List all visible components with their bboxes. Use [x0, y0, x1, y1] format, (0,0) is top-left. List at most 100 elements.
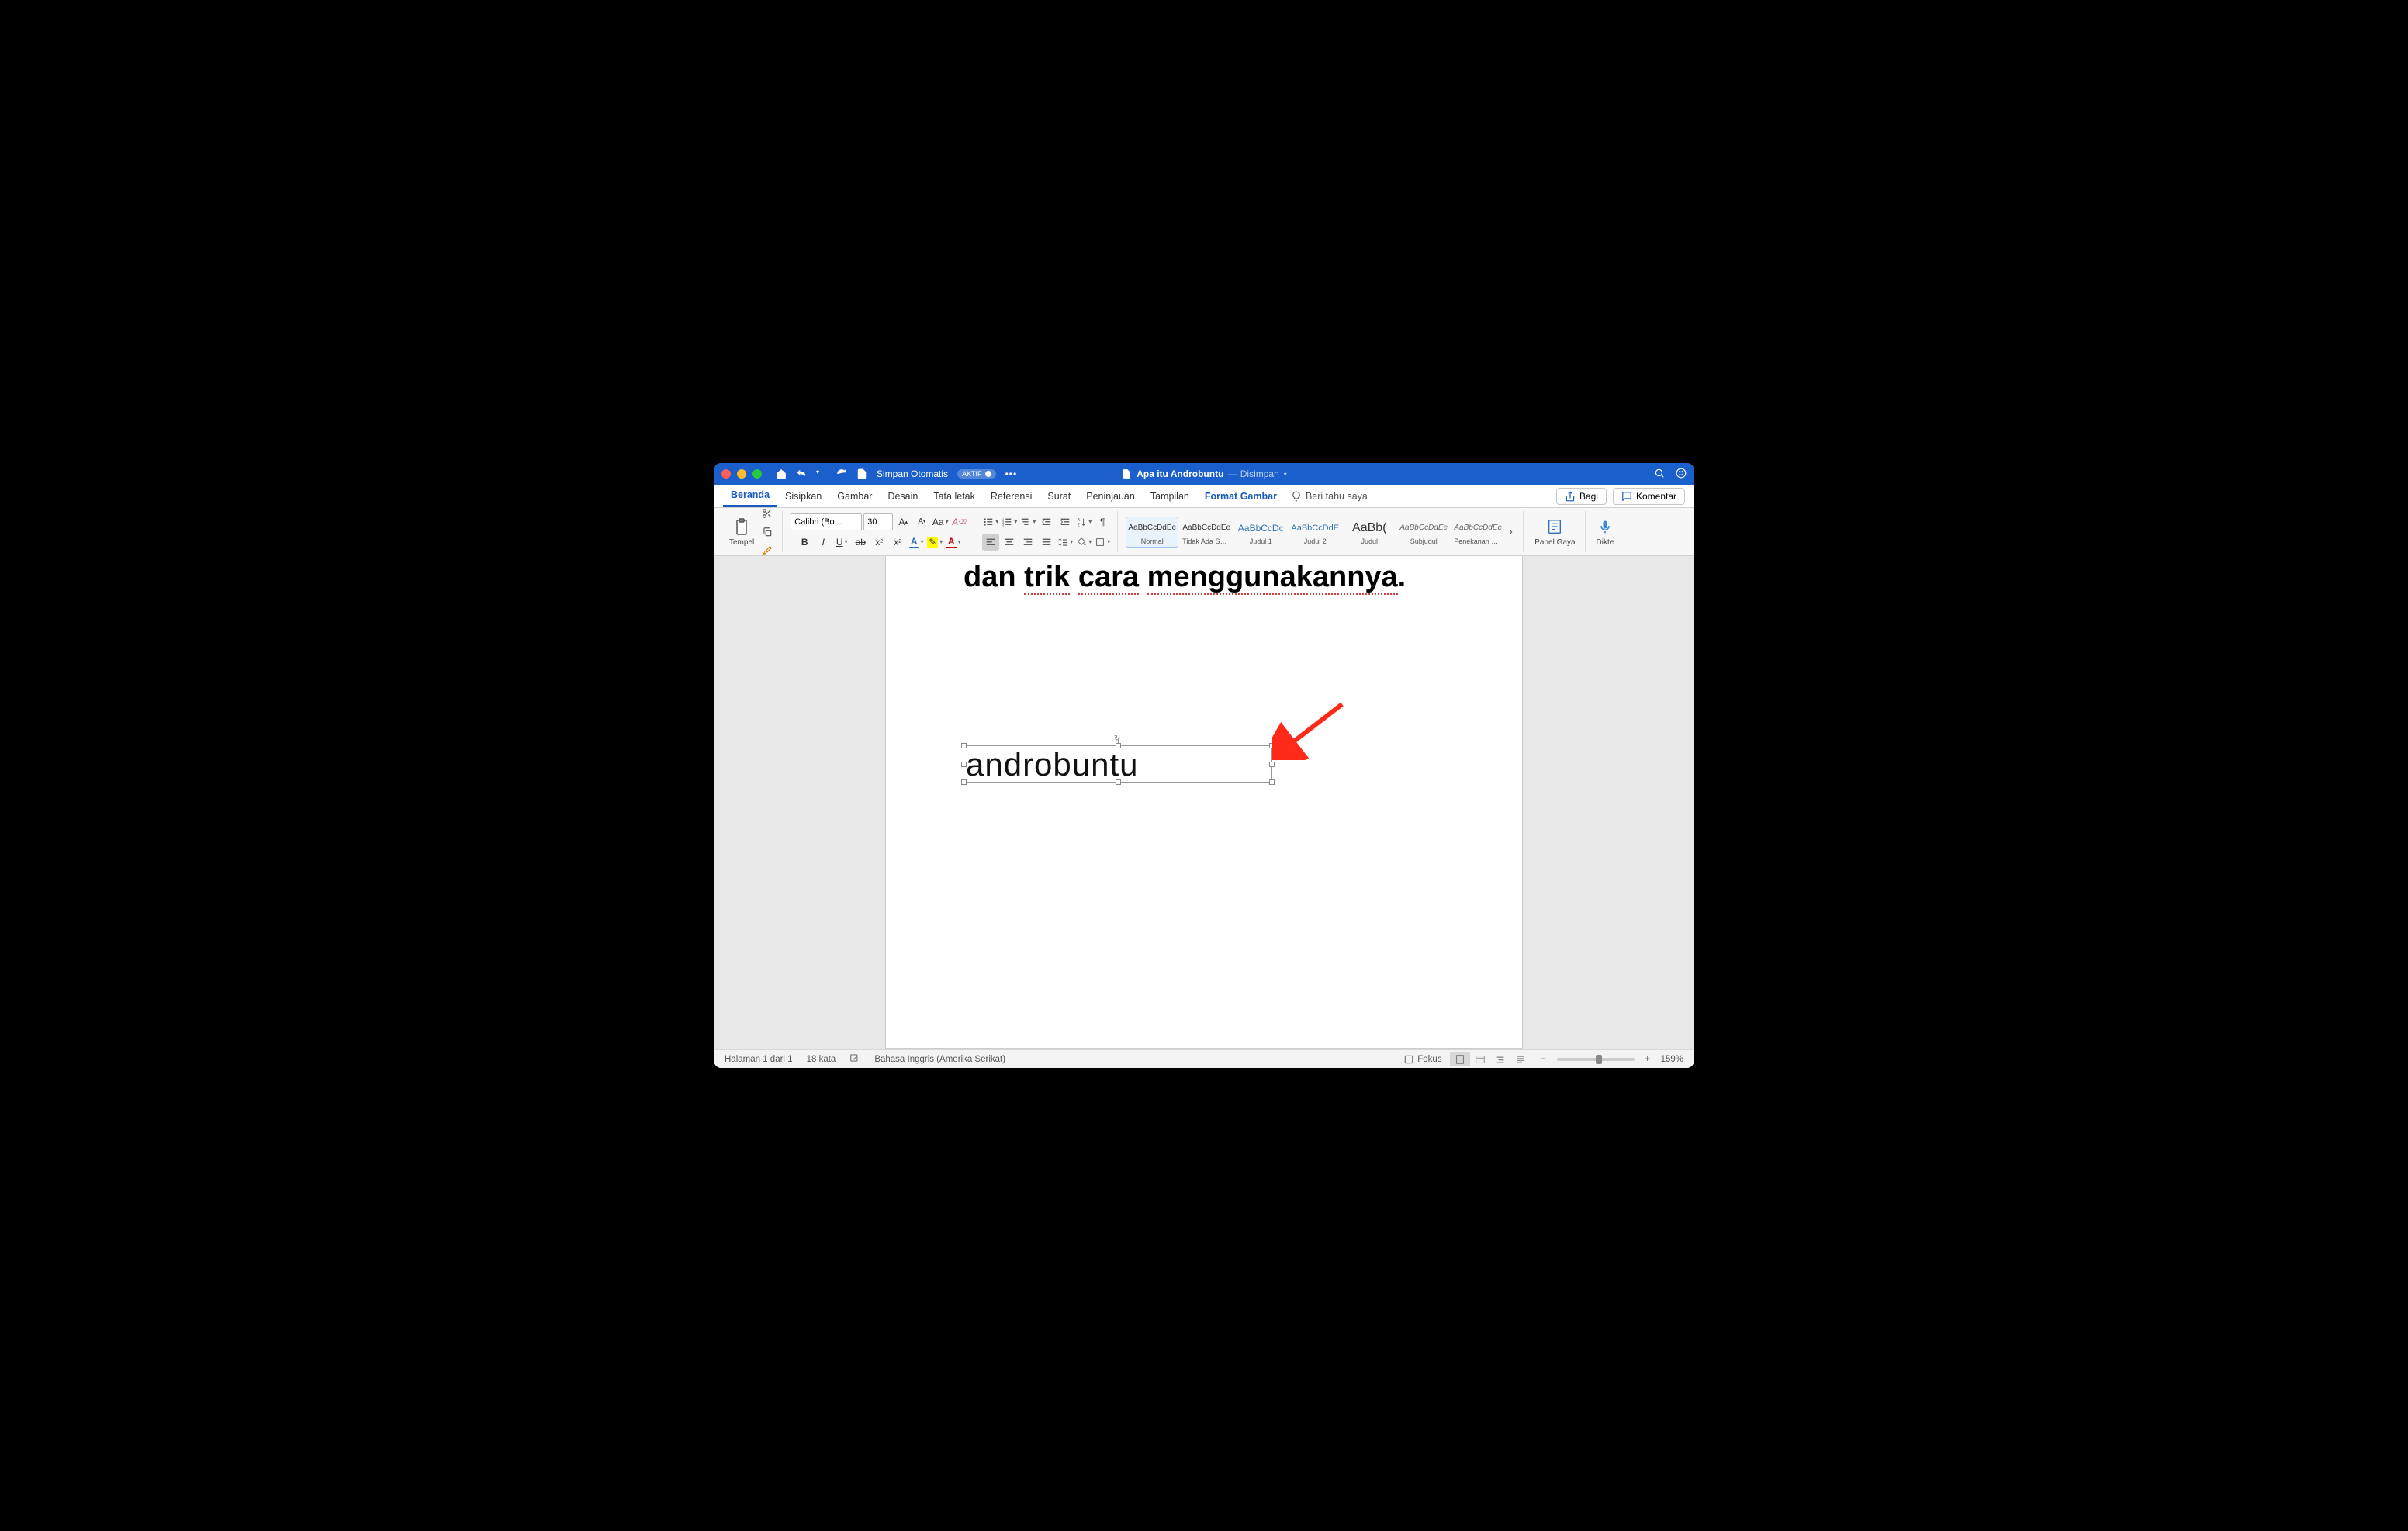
comment-icon	[1621, 491, 1632, 502]
more-icon[interactable]: •••	[1005, 468, 1016, 479]
multilevel-icon	[1020, 517, 1031, 527]
close-window-button[interactable]	[721, 469, 731, 479]
sort-button[interactable]: AZ	[1075, 513, 1092, 530]
numbering-button[interactable]: 123	[1001, 513, 1018, 530]
style-no-spacing[interactable]: AaBbCcDdEeTidak Ada Sp…	[1180, 517, 1233, 548]
tab-tampilan[interactable]: Tampilan	[1143, 485, 1197, 507]
zoom-slider[interactable]	[1557, 1058, 1635, 1061]
resize-handle-bm[interactable]	[1116, 779, 1121, 785]
bold-button[interactable]: B	[796, 534, 813, 551]
cut-button[interactable]	[759, 505, 776, 522]
style-normal[interactable]: AaBbCcDdEeNormal	[1126, 517, 1178, 548]
paste-button[interactable]: Tempel	[726, 515, 757, 548]
style-subtitle[interactable]: AaBbCcDdEeSubjudul	[1397, 517, 1450, 548]
increase-indent-button[interactable]	[1057, 513, 1074, 530]
home-icon[interactable]	[776, 468, 787, 479]
resize-handle-bl[interactable]	[961, 779, 967, 785]
web-layout-view-button[interactable]	[1470, 1052, 1490, 1066]
zoom-out-button[interactable]: −	[1538, 1055, 1549, 1064]
superscript-button[interactable]: x2	[889, 534, 906, 551]
underline-button[interactable]: U	[833, 534, 850, 551]
resize-handle-mr[interactable]	[1269, 762, 1275, 767]
align-left-button[interactable]	[982, 534, 999, 551]
expand-styles-button[interactable]: ›	[1504, 525, 1517, 539]
autosave-toggle[interactable]: AKTIF	[957, 469, 996, 479]
tab-peninjauan[interactable]: Peninjauan	[1078, 485, 1143, 507]
microphone-icon	[1597, 517, 1613, 537]
resize-handle-br[interactable]	[1269, 779, 1275, 785]
font-size-select[interactable]	[863, 513, 893, 530]
shading-button[interactable]	[1075, 534, 1092, 551]
italic-button[interactable]: I	[815, 534, 832, 551]
line-spacing-button[interactable]	[1057, 534, 1074, 551]
resize-handle-tl[interactable]	[961, 743, 967, 748]
style-heading1[interactable]: AaBbCcDcJudul 1	[1234, 517, 1287, 548]
highlight-button[interactable]: ✎	[926, 534, 943, 551]
decrease-font-button[interactable]: A▾	[913, 513, 930, 530]
tab-gambar[interactable]: Gambar	[829, 485, 880, 507]
dictate-group: Dikte	[1587, 511, 1624, 552]
decrease-indent-button[interactable]	[1038, 513, 1055, 530]
format-painter-button[interactable]	[759, 542, 776, 559]
redo-icon[interactable]	[836, 468, 847, 479]
focus-mode-button[interactable]: Fokus	[1403, 1054, 1441, 1065]
align-right-button[interactable]	[1019, 534, 1036, 551]
tab-format-gambar[interactable]: Format Gambar	[1197, 485, 1285, 507]
comments-button[interactable]: Komentar	[1613, 488, 1685, 505]
web-layout-icon	[1475, 1054, 1486, 1065]
tab-surat[interactable]: Surat	[1040, 485, 1078, 507]
document-area[interactable]: dan trik cara menggunakannya. androbuntu	[714, 556, 1694, 1049]
subscript-button[interactable]: x2	[870, 534, 887, 551]
zoom-in-button[interactable]: +	[1642, 1055, 1653, 1064]
draft-view-button[interactable]	[1510, 1052, 1531, 1066]
zoom-thumb[interactable]	[1596, 1055, 1602, 1064]
justify-button[interactable]	[1038, 534, 1055, 551]
chevron-down-icon[interactable]: ▾	[1284, 471, 1287, 478]
tab-desain[interactable]: Desain	[880, 485, 925, 507]
style-emphasis[interactable]: AaBbCcDdEePenekanan H…	[1451, 517, 1504, 548]
tab-tata-letak[interactable]: Tata letak	[925, 485, 983, 507]
resize-handle-tm[interactable]	[1116, 743, 1121, 748]
language-indicator[interactable]: Bahasa Inggris (Amerika Serikat)	[874, 1055, 1005, 1064]
borders-button[interactable]	[1094, 534, 1111, 551]
clear-formatting-button[interactable]: A⌫	[950, 513, 967, 530]
change-case-button[interactable]: Aa	[932, 513, 949, 530]
dictate-button[interactable]: Dikte	[1593, 515, 1617, 548]
rotate-handle[interactable]	[1114, 731, 1122, 738]
increase-font-button[interactable]: A▴	[894, 513, 912, 530]
document-icon[interactable]	[856, 468, 867, 479]
copy-button[interactable]	[759, 524, 776, 541]
style-title[interactable]: AaBb(Judul	[1343, 517, 1396, 548]
tab-sisipkan[interactable]: Sisipkan	[777, 485, 829, 507]
spellcheck-icon[interactable]	[849, 1052, 860, 1066]
show-marks-button[interactable]: ¶	[1094, 513, 1111, 530]
tab-referensi[interactable]: Referensi	[983, 485, 1040, 507]
outline-view-button[interactable]	[1490, 1052, 1510, 1066]
share-button[interactable]: Bagi	[1556, 488, 1607, 505]
word-count[interactable]: 18 kata	[807, 1055, 836, 1064]
undo-icon[interactable]	[796, 468, 807, 479]
styles-pane-icon	[1546, 517, 1563, 537]
tell-me-search[interactable]: Beri tahu saya	[1291, 491, 1368, 502]
undo-dropdown-icon[interactable]: ▾	[816, 468, 827, 479]
resize-handle-ml[interactable]	[961, 762, 967, 767]
text-effects-button[interactable]: A	[908, 534, 925, 551]
selected-image[interactable]: androbuntu	[964, 745, 1272, 783]
zoom-level[interactable]: 159%	[1661, 1055, 1683, 1064]
body-text[interactable]: dan trik cara menggunakannya.	[964, 556, 1444, 595]
font-color-button[interactable]: A	[945, 534, 962, 551]
maximize-window-button[interactable]	[752, 469, 762, 479]
style-heading2[interactable]: AaBbCcDdEJudul 2	[1289, 517, 1341, 548]
styles-pane-button[interactable]: Panel Gaya	[1531, 515, 1578, 548]
document-title[interactable]: Apa itu Androbuntu — Disimpan ▾	[1121, 468, 1287, 479]
search-icon[interactable]	[1654, 468, 1665, 481]
page-indicator[interactable]: Halaman 1 dari 1	[725, 1055, 793, 1064]
bullets-button[interactable]	[982, 513, 999, 530]
font-name-select[interactable]	[791, 513, 862, 530]
minimize-window-button[interactable]	[737, 469, 746, 479]
multilevel-list-button[interactable]	[1019, 513, 1036, 530]
emoji-icon[interactable]	[1676, 468, 1687, 481]
strikethrough-button[interactable]: ab	[852, 534, 869, 551]
align-center-button[interactable]	[1001, 534, 1018, 551]
print-layout-view-button[interactable]	[1450, 1052, 1470, 1066]
